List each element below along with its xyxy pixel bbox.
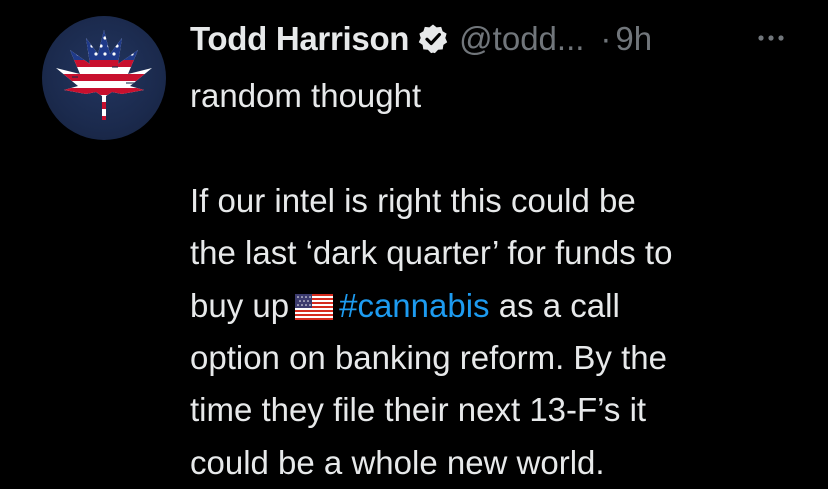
tweet[interactable]: Todd Harrison @todd... · 9h random thoug… (0, 0, 828, 481)
author-handle[interactable]: @todd... (459, 20, 584, 58)
verified-badge-icon (417, 23, 449, 55)
tweet-line: the last ‘dark quarter’ for funds to (190, 234, 673, 272)
tweet-line: time they file their next 13-F’s it (190, 391, 647, 429)
tweet-line: If our intel is right this could be (190, 181, 636, 219)
tweet-header: Todd Harrison @todd... · 9h (190, 14, 652, 64)
tweet-line-with-hashtag: buy up #cannabis as a call (190, 280, 810, 332)
american-flag-cannabis-leaf-avatar-icon (56, 30, 152, 120)
author-name[interactable]: Todd Harrison (190, 20, 409, 58)
tweet-text-segment: as a call (498, 286, 620, 324)
hashtag-link[interactable]: #cannabis (339, 287, 489, 324)
tweet-timestamp[interactable]: 9h (615, 20, 652, 58)
separator-dot: · (600, 20, 612, 57)
tweet-text: random thought If our intel is right thi… (190, 70, 810, 489)
tweet-line: could be a whole new world. (190, 443, 605, 481)
tweet-line: random thought (190, 77, 422, 114)
more-options-icon[interactable] (756, 28, 786, 48)
us-flag-emoji-icon (295, 293, 334, 320)
tweet-text-segment: buy up (190, 286, 290, 324)
tweet-line: option on banking reform. By the (190, 338, 667, 376)
avatar[interactable] (42, 16, 166, 140)
